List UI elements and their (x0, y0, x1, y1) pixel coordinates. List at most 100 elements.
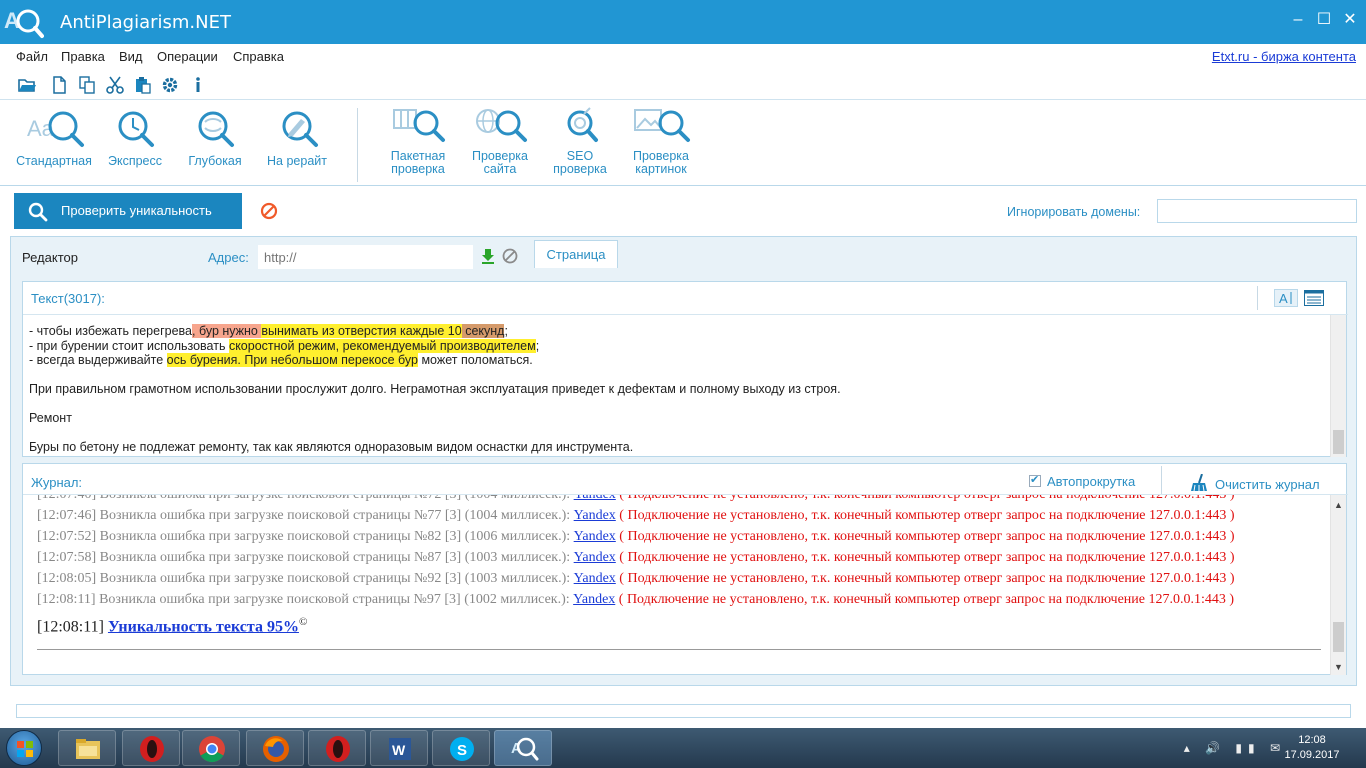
rewrite-check-button[interactable]: На рерайт (262, 106, 332, 168)
image-check-button[interactable]: Проверка картинок (628, 106, 694, 176)
journal-row-message: Возникла ошибка при загрузке поисковой с… (99, 550, 571, 565)
menu-edit[interactable]: Правка (61, 49, 105, 64)
list-view-icon[interactable] (1304, 290, 1324, 306)
clock-date: 17.09.2017 (1284, 749, 1340, 761)
journal-row-time: [12:07:52] (37, 529, 97, 544)
clear-address-icon[interactable] (502, 248, 518, 264)
stop-icon[interactable] (260, 202, 278, 220)
standard-check-icon: Aa (27, 111, 84, 147)
text-fragment: При правильном грамотном использовании п… (29, 382, 841, 396)
minimize-button[interactable]: ‒ (1290, 12, 1306, 28)
yandex-link[interactable]: Yandex (574, 550, 616, 565)
journal-row: [12:07:58] Возникла ошибка при загрузке … (37, 550, 1235, 566)
taskbar-word[interactable]: W (370, 730, 428, 766)
journal-row-error: ( Подключение не установлено, т.к. конеч… (618, 592, 1235, 607)
taskbar-file-explorer[interactable] (58, 730, 116, 766)
taskbar-antiplagiarism[interactable]: A (494, 730, 552, 766)
express-check-icon (118, 111, 154, 147)
scroll-up-arrow-icon[interactable]: ▲ (1334, 500, 1343, 510)
clock[interactable]: 12:08 17.09.2017 (1282, 733, 1342, 763)
info-icon[interactable] (189, 76, 207, 94)
text-line: - при бурении стоит использовать скорост… (29, 338, 1329, 354)
windows-logo-icon (17, 741, 33, 757)
journal-row: [12:07:46] Возникла ошибка при загрузке … (37, 508, 1235, 524)
clock-time: 12:08 (1298, 734, 1326, 746)
toolbar-separator (357, 108, 358, 182)
journal-row-time: [12:07:46] (37, 508, 97, 523)
broom-icon (1191, 473, 1207, 492)
text-line: - всегда выдерживайте ось бурения. При н… (29, 353, 1329, 368)
text-view-icon[interactable]: A (1274, 289, 1298, 307)
taskbar-skype[interactable]: S (432, 730, 490, 766)
copy-icon[interactable] (78, 76, 96, 94)
journal-scrollbar[interactable]: ▲ ▼ (1330, 495, 1346, 675)
yandex-link[interactable]: Yandex (574, 529, 616, 544)
yandex-link[interactable]: Yandex (574, 508, 616, 523)
yandex-link[interactable]: Yandex (573, 592, 615, 607)
tray-icons[interactable]: ▴ 🔊 ▮▮ ✉ (1184, 741, 1286, 755)
menu-operations[interactable]: Операции (157, 49, 218, 64)
download-icon[interactable] (481, 248, 495, 264)
express-check-button[interactable]: Экспресс (100, 106, 170, 168)
text-scrollbar[interactable] (1330, 315, 1346, 457)
journal-row-message: Возникла ошибка при загрузке поисковой с… (100, 495, 571, 502)
journal-row-message: Возникла ошибка при загрузке поисковой с… (99, 571, 571, 586)
autoscroll-checkbox[interactable] (1029, 473, 1041, 487)
etxt-link[interactable]: Etxt.ru - биржа контента (1212, 49, 1356, 64)
site-check-icon (476, 109, 527, 142)
start-button[interactable] (6, 730, 42, 766)
close-button[interactable]: ✕ (1342, 12, 1358, 28)
open-folder-icon[interactable] (18, 76, 36, 94)
maximize-button[interactable]: ☐ (1316, 12, 1332, 28)
paste-icon[interactable] (134, 76, 152, 94)
journal-header: Журнал: (31, 475, 83, 490)
menu-file[interactable]: Файл (16, 49, 48, 64)
journal-row-error: ( Подключение не установлено, т.к. конеч… (619, 508, 1235, 523)
app-logo-icon: A (4, 8, 44, 38)
scroll-down-arrow-icon[interactable]: ▼ (1334, 662, 1343, 672)
seo-check-icon (567, 107, 598, 142)
check-uniqueness-label: Проверить уникальность (61, 203, 212, 218)
journal-row-message: Возникла ошибка при загрузке поисковой с… (99, 592, 570, 607)
journal-row-error: ( Подключение не установлено, т.к. конеч… (619, 495, 1234, 502)
check-uniqueness-button[interactable]: Проверить уникальность (14, 193, 242, 229)
text-line: - чтобы избежать перегрева, бур нужно вы… (29, 324, 1329, 339)
journal-row-time: [12:07:40] (37, 495, 96, 502)
journal-row-error: ( Подключение не установлено, т.к. конеч… (619, 571, 1235, 586)
journal-log[interactable]: [12:08:11] Возникла ошибка при загрузке … (37, 495, 1327, 665)
clear-journal-button[interactable]: Очистить журнал (1189, 473, 1320, 492)
deep-check-label: Глубокая (188, 154, 242, 168)
new-file-icon[interactable] (50, 76, 68, 94)
deep-check-button[interactable]: Глубокая (182, 106, 248, 168)
uniqueness-result-link[interactable]: Уникальность текста 95% (108, 618, 299, 635)
seo-check-button[interactable]: SEO проверка (548, 106, 612, 176)
standard-check-button[interactable]: Aa Стандартная (14, 106, 94, 168)
site-check-button[interactable]: Проверка сайта (466, 106, 534, 176)
seo-check-label-2: проверка (553, 162, 607, 176)
text-body[interactable]: - чтобы избежать перегрева, бур нужно вы… (29, 324, 1329, 455)
cut-icon[interactable] (106, 76, 124, 94)
yandex-link[interactable]: Yandex (574, 495, 616, 502)
menu-view[interactable]: Вид (119, 49, 143, 64)
address-label: Адрес: (208, 250, 249, 265)
journal-row-message: Возникла ошибка при загрузке поисковой с… (99, 508, 571, 523)
taskbar-opera-2[interactable] (308, 730, 366, 766)
autoscroll-toggle[interactable]: Автопрокрутка (1029, 473, 1135, 489)
deep-check-icon (198, 111, 234, 147)
text-scrollbar-thumb[interactable] (1333, 430, 1344, 454)
batch-check-button[interactable]: Пакетная проверка (385, 106, 451, 176)
text-header-divider (23, 314, 1348, 315)
address-input[interactable] (258, 245, 473, 269)
yandex-link[interactable]: Yandex (574, 571, 616, 586)
menu-help[interactable]: Справка (233, 49, 284, 64)
journal-row-error: ( Подключение не установлено, т.к. конеч… (619, 550, 1235, 565)
tab-page[interactable]: Страница (534, 240, 618, 268)
taskbar-chrome[interactable] (182, 730, 240, 766)
ignore-domains-input[interactable] (1157, 199, 1357, 223)
text-fragment: может поломаться. (417, 353, 533, 367)
taskbar-firefox[interactable] (246, 730, 304, 766)
taskbar-opera[interactable] (122, 730, 180, 766)
settings-gear-icon[interactable] (161, 76, 179, 94)
journal-scrollbar-thumb[interactable] (1333, 622, 1344, 652)
opera-icon (326, 736, 350, 762)
